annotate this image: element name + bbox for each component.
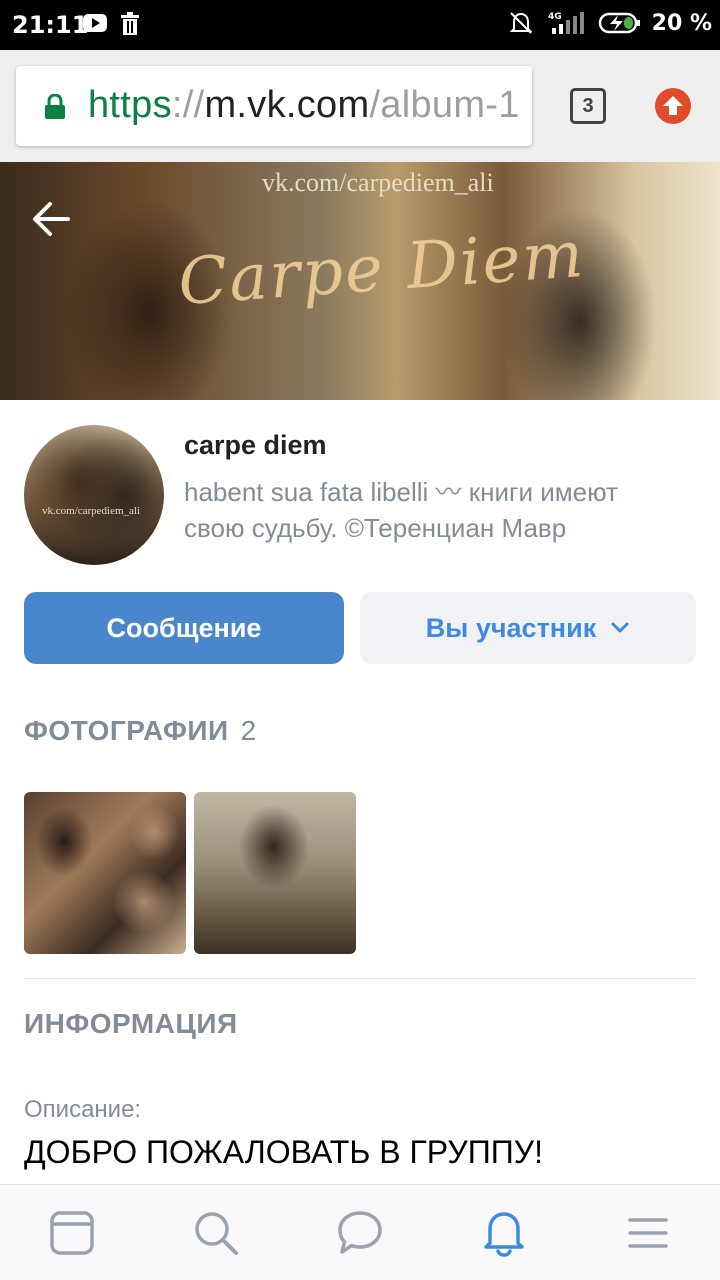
- status-time: 21:11: [12, 11, 89, 39]
- trash-icon: [121, 12, 139, 35]
- battery-percent: 20 %: [651, 10, 712, 36]
- url-scheme: https: [88, 84, 172, 126]
- group-name: carpe diem: [184, 430, 327, 460]
- status-right: 4G 20 %: [508, 10, 712, 36]
- network-label: 4G: [548, 12, 562, 22]
- battery-charging-icon: [598, 12, 640, 34]
- bell-off-icon: [509, 12, 533, 34]
- url-host: m.vk.com: [204, 84, 370, 126]
- menu-icon[interactable]: [622, 1207, 674, 1259]
- tab-switcher-button[interactable]: 3: [570, 88, 606, 124]
- update-button[interactable]: [655, 88, 691, 124]
- membership-button[interactable]: Вы участник: [360, 592, 696, 664]
- lock-icon: [45, 94, 65, 119]
- photo-thumbnail[interactable]: [24, 792, 186, 954]
- url-text: https://m.vk.com/album-1: [88, 84, 520, 127]
- group-avatar[interactable]: vk.com/carpediem_ali: [24, 425, 164, 565]
- arrow-up-icon: [663, 96, 683, 115]
- messages-icon[interactable]: [334, 1207, 386, 1259]
- info-section-title: ИНФОРМАЦИЯ: [24, 1008, 238, 1039]
- description-text: ДОБРО ПОЖАЛОВАТЬ В ГРУППУ!: [24, 1134, 543, 1170]
- url-separator: ://: [171, 84, 205, 126]
- photos-section-title[interactable]: ФОТОГРАФИИ 2: [24, 715, 257, 747]
- membership-label: Вы участник: [425, 612, 597, 643]
- group-status: habent sua fata libelli 〰 книги имеют св…: [184, 477, 618, 543]
- photos-title: ФОТОГРАФИИ: [24, 715, 229, 746]
- bottom-navigation: [0, 1184, 720, 1280]
- divider: [24, 978, 696, 979]
- feed-icon[interactable]: [46, 1207, 98, 1259]
- search-icon[interactable]: [190, 1207, 242, 1259]
- photo-thumbnail[interactable]: [194, 792, 356, 954]
- signal-icon: 4G: [548, 12, 584, 34]
- description-label: Описание:: [24, 1096, 142, 1123]
- avatar-watermark: vk.com/carpediem_ali: [42, 505, 141, 517]
- message-button[interactable]: Сообщение: [24, 592, 344, 664]
- cover-watermark: vk.com/carpediem_ali: [262, 168, 494, 197]
- group-cover: vk.com/carpediem_ali Carpe Diem: [0, 162, 720, 400]
- cover-title: Carpe Diem: [175, 217, 588, 321]
- url-bar[interactable]: https://m.vk.com/album-1: [16, 66, 532, 146]
- browser-toolbar: https://m.vk.com/album-1 3: [0, 50, 720, 162]
- notifications-icon[interactable]: [478, 1207, 530, 1259]
- url-path: /album-1: [369, 84, 520, 126]
- back-arrow-icon[interactable]: [30, 198, 72, 240]
- photos-count: 2: [240, 715, 257, 746]
- youtube-icon: [83, 14, 107, 32]
- status-bar: 21:11 4G 20 %: [0, 0, 720, 50]
- chevron-down-icon: [611, 622, 629, 633]
